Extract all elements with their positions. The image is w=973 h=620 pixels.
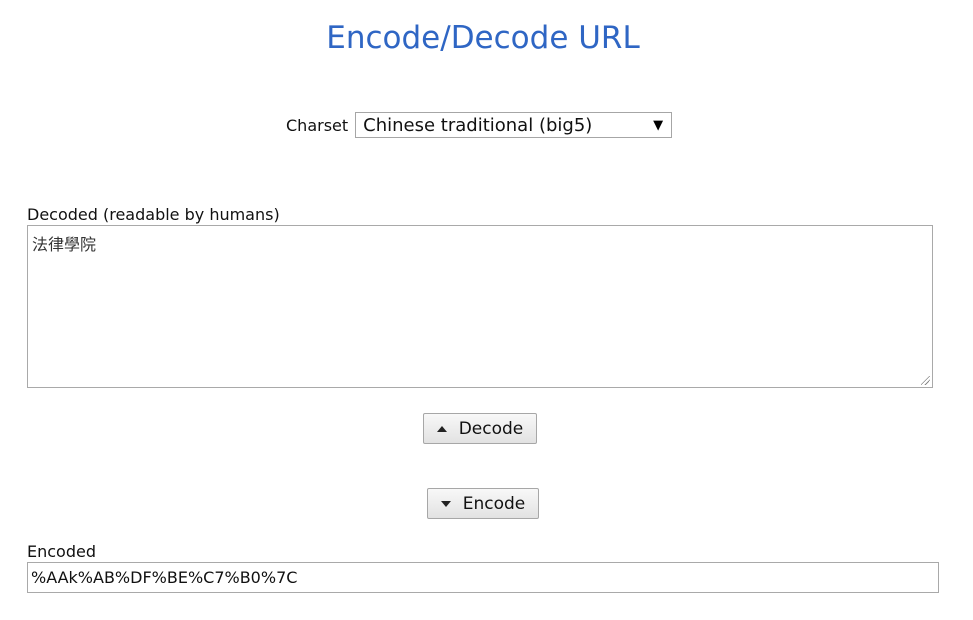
encoded-input[interactable]: %AAk%AB%DF%BE%C7%B0%7C	[27, 562, 939, 593]
decoded-text: 法律學院	[32, 235, 97, 254]
resize-grip-icon[interactable]	[921, 376, 930, 385]
charset-selected-value: Chinese traditional (big5)	[363, 114, 593, 136]
decoded-label: Decoded (readable by humans)	[27, 205, 280, 224]
dropdown-arrow-icon: ▼	[653, 117, 664, 133]
encoded-text: %AAk%AB%DF%BE%C7%B0%7C	[31, 568, 298, 587]
decode-button-label: Decode	[458, 418, 524, 439]
encode-button-label: Encode	[462, 493, 526, 514]
triangle-up-icon	[436, 425, 447, 432]
encoded-label: Encoded	[27, 542, 96, 561]
page-title: Encode/Decode URL	[326, 20, 640, 56]
charset-label: Charset	[286, 115, 349, 135]
decode-button[interactable]: Decode	[423, 413, 537, 444]
triangle-down-icon	[440, 500, 451, 507]
encode-button[interactable]: Encode	[427, 488, 539, 519]
charset-row: Charset Chinese traditional (big5) ▼	[286, 111, 673, 139]
decoded-textarea[interactable]: 法律學院	[27, 225, 933, 388]
charset-select[interactable]: Chinese traditional (big5) ▼	[355, 112, 673, 138]
